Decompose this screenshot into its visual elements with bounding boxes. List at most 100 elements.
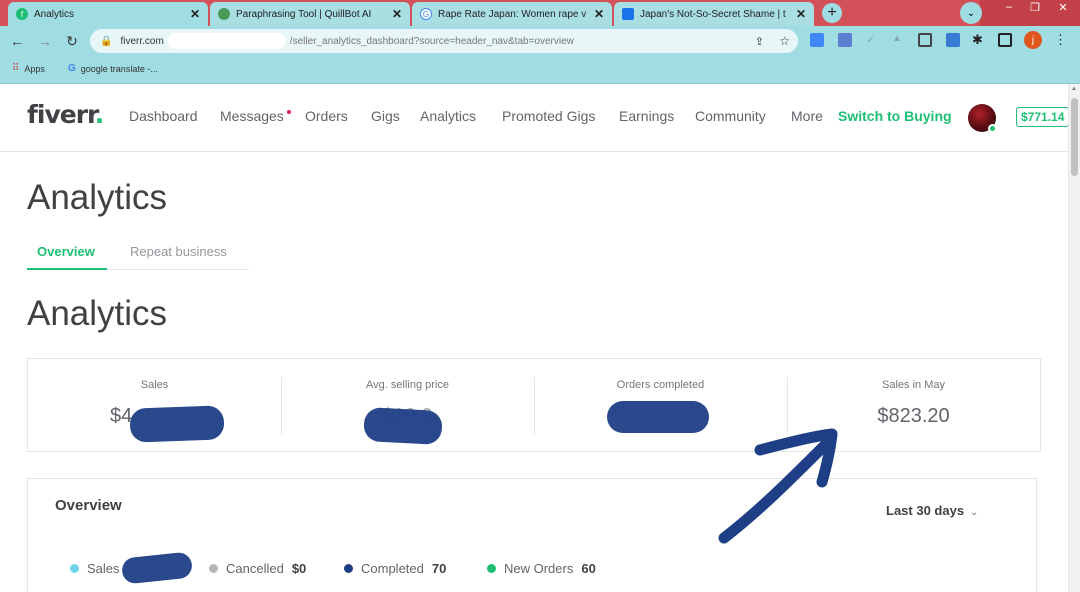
forward-button[interactable]: → (36, 32, 54, 50)
url-path: /seller_analytics_dashboard?source=heade… (289, 35, 574, 47)
nav-orders[interactable]: Orders (305, 108, 348, 124)
legend-label: Sales (87, 561, 120, 576)
tab-overview[interactable]: Overview (37, 244, 95, 259)
unread-indicator (287, 110, 291, 114)
nav-earnings[interactable]: Earnings (619, 108, 674, 124)
bookmark-label: Apps (24, 63, 45, 74)
bookmark-apps[interactable]: ⠿ Apps (12, 63, 45, 74)
legend-dot (344, 564, 353, 573)
browser-tab-japan[interactable]: Japan's Not-So-Secret Shame | t ✕ (614, 2, 814, 26)
nav-gigs[interactable]: Gigs (371, 108, 400, 124)
fiverr-logo[interactable]: fiverr. (27, 100, 104, 129)
page: fiverr. Dashboard Messages Orders Gigs A… (0, 84, 1080, 592)
legend-value: 70 (431, 561, 447, 576)
fiverr-favicon-icon: f (16, 8, 28, 20)
close-icon[interactable]: ✕ (190, 7, 200, 21)
scrollbar-thumb[interactable] (1071, 98, 1078, 176)
legend-dot (209, 564, 218, 573)
check-extension-icon[interactable]: ✓ (866, 33, 880, 47)
star-icon[interactable]: ☆ (779, 34, 790, 48)
back-button[interactable]: ← (8, 32, 26, 50)
annotation-arrow (718, 428, 838, 544)
browser-tab-strip: f Analytics ✕ Paraphrasing Tool | QuillB… (0, 0, 1080, 26)
stat-label: Orders completed (616, 379, 705, 391)
redaction-scribble (363, 406, 443, 446)
section-title: Analytics (27, 294, 168, 333)
close-icon[interactable]: ✕ (796, 7, 806, 21)
legend-label: Cancelled (226, 561, 284, 576)
kebab-menu-icon[interactable]: ⋮ (1054, 32, 1068, 47)
scrollbar[interactable]: ▲ (1068, 84, 1080, 592)
legend-cancelled: Cancelled $0 (209, 561, 306, 576)
fiverr-header: fiverr. Dashboard Messages Orders Gigs A… (0, 84, 1070, 152)
legend-completed: Completed 70 (344, 561, 446, 576)
tab-search-button[interactable]: ⌄ (960, 2, 982, 24)
address-bar[interactable]: 🔒 fiverr.com /seller_analytics_dashboard… (90, 29, 798, 53)
nav-messages[interactable]: Messages (220, 108, 284, 124)
extension-icon[interactable] (946, 33, 960, 47)
close-window-button[interactable]: ✕ (1050, 0, 1076, 14)
close-icon[interactable]: ✕ (392, 7, 402, 21)
tab-title: Analytics (34, 8, 75, 20)
quillbot-favicon-icon (218, 8, 230, 20)
nav-dashboard[interactable]: Dashboard (129, 108, 198, 124)
nav-more[interactable]: More (791, 108, 823, 124)
new-tab-button[interactable]: + (822, 3, 842, 23)
copy-extension-icon[interactable] (918, 33, 932, 47)
legend-dot (70, 564, 79, 573)
balance-badge[interactable]: $771.14 (1016, 107, 1070, 127)
logo-dot: . (94, 100, 104, 129)
restore-button[interactable]: ❐ (1022, 0, 1048, 14)
redaction-scribble (120, 551, 194, 585)
sidepanel-icon[interactable] (998, 33, 1012, 47)
tab-title: Paraphrasing Tool | QuillBot AI (236, 8, 372, 20)
legend-sales: Sales (70, 561, 128, 576)
tab-repeat-business[interactable]: Repeat business (130, 244, 227, 259)
stat-label: Avg. selling price (366, 379, 449, 391)
profile-avatar[interactable]: j (1024, 31, 1042, 49)
url-host: fiverr.com (120, 35, 164, 47)
extension-icon[interactable]: ▲ (892, 33, 906, 47)
browser-tab-google[interactable]: G Rape Rate Japan: Women rape v ✕ (412, 2, 612, 26)
active-tab-indicator (27, 268, 107, 270)
site-favicon-icon (622, 8, 634, 20)
stats-card: Sales $4 Avg. selling price $10.0 Orders… (27, 358, 1041, 452)
legend-new-orders: New Orders 60 (487, 561, 596, 576)
browser-toolbar: ← → ↻ 🔒 fiverr.com /seller_analytics_das… (0, 26, 1080, 56)
legend-dot (487, 564, 496, 573)
google-favicon-icon: G (420, 8, 432, 20)
redaction-scribble (129, 405, 225, 443)
switch-to-buying-link[interactable]: Switch to Buying (838, 108, 952, 124)
scroll-up-arrow-icon[interactable]: ▲ (1071, 86, 1077, 92)
legend-value: 60 (581, 561, 596, 576)
nav-analytics[interactable]: Analytics (420, 108, 476, 124)
online-status-dot (988, 124, 997, 133)
chevron-down-icon: ⌄ (970, 507, 979, 518)
logo-text: fiverr (27, 100, 96, 129)
browser-tab-quillbot[interactable]: Paraphrasing Tool | QuillBot AI ✕ (210, 2, 410, 26)
redacted-region (167, 33, 286, 49)
stat-label: Sales in May (882, 379, 945, 391)
browser-tab-analytics[interactable]: f Analytics ✕ (8, 2, 208, 26)
extension-icon[interactable] (838, 33, 852, 47)
page-title: Analytics (27, 178, 168, 217)
bookmark-google-translate[interactable]: G google translate -... (68, 63, 158, 74)
chevron-down-icon: ⌄ (966, 7, 976, 19)
date-range-dropdown[interactable]: Last 30 days ⌄ (886, 503, 978, 518)
stat-label: Sales (140, 379, 169, 391)
puzzle-icon[interactable]: ✱ (972, 32, 986, 47)
close-icon[interactable]: ✕ (594, 7, 604, 21)
translate-extension-icon[interactable] (810, 33, 824, 47)
share-icon[interactable]: ⇪ (755, 35, 764, 48)
reload-button[interactable]: ↻ (63, 32, 81, 50)
minimize-button[interactable]: – (996, 0, 1022, 14)
lock-icon: 🔒 (100, 35, 113, 47)
date-range-label: Last 30 days (886, 503, 965, 518)
tab-title: Japan's Not-So-Secret Shame | t (640, 8, 786, 20)
nav-community[interactable]: Community (695, 108, 766, 124)
overview-title: Overview (55, 497, 122, 514)
bookmarks-bar: ⠿ Apps G google translate -... (0, 56, 1080, 84)
nav-promoted-gigs[interactable]: Promoted Gigs (502, 108, 595, 124)
redaction-scribble (607, 401, 709, 433)
legend-label: New Orders (504, 561, 574, 576)
